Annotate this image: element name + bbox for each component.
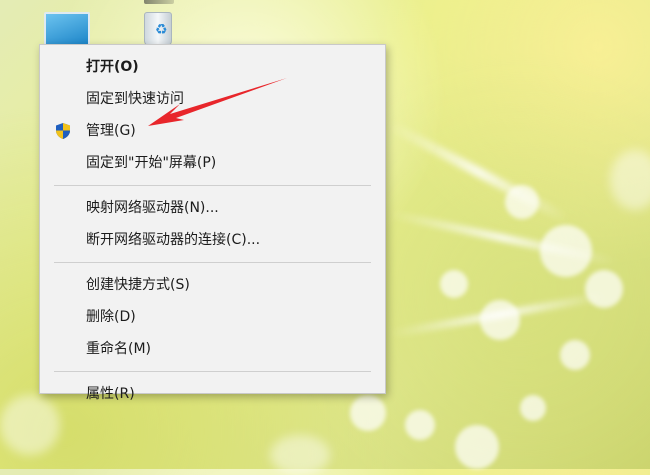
wallpaper-bokeh: [560, 340, 590, 370]
wallpaper-bokeh: [455, 425, 499, 469]
monitor-icon: [44, 12, 90, 46]
menu-item-map-network-drive[interactable]: 映射网络驱动器(N)...: [40, 192, 385, 224]
wallpaper-bokeh: [405, 410, 435, 440]
menu-item-pin-quick-access[interactable]: 固定到快速访问: [40, 83, 385, 115]
menu-item-disconnect-network-drive[interactable]: 断开网络驱动器的连接(C)...: [40, 224, 385, 256]
wallpaper-bokeh: [520, 395, 546, 421]
menu-item-delete[interactable]: 删除(D): [40, 301, 385, 333]
wallpaper-bokeh: [440, 270, 468, 298]
menu-separator: [54, 262, 371, 263]
menu-item-rename[interactable]: 重命名(M): [40, 333, 385, 365]
menu-item-properties[interactable]: 属性(R): [40, 378, 385, 410]
menu-item-pin-start[interactable]: 固定到"开始"屏幕(P): [40, 147, 385, 179]
recycle-symbol-icon: ♻: [155, 22, 168, 38]
wallpaper-streak: [387, 120, 569, 224]
menu-item-create-shortcut[interactable]: 创建快捷方式(S): [40, 269, 385, 301]
wallpaper-bokeh: [610, 150, 650, 210]
recycle-bin-icon[interactable]: ♻: [140, 8, 180, 48]
wallpaper-bokeh: [270, 435, 330, 475]
desktop-icon-label: [144, 0, 174, 4]
menu-separator: [54, 371, 371, 372]
context-menu: 打开(O) 固定到快速访问 管理(G) 固定到"开始"屏幕(P) 映射网络驱动器…: [39, 44, 386, 402]
menu-item-open[interactable]: 打开(O): [40, 51, 385, 83]
menu-item-manage-label: 管理(G): [86, 123, 136, 139]
bin-body: ♻: [144, 12, 172, 46]
menu-item-manage[interactable]: 管理(G): [40, 115, 385, 147]
uac-shield-icon: [56, 123, 70, 139]
menu-separator: [54, 185, 371, 186]
